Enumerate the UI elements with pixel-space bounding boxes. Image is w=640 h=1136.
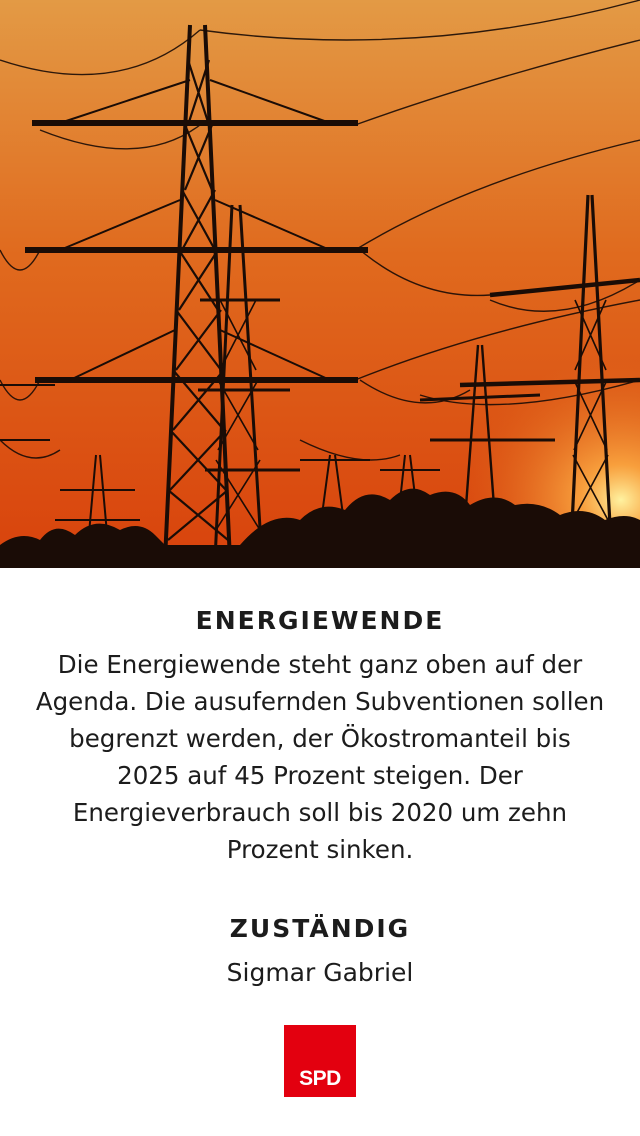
spd-logo-text: SPD: [299, 1067, 341, 1090]
section-title-zustaendig: ZUSTÄNDIG: [229, 914, 411, 943]
section-title-energiewende: ENERGIEWENDE: [195, 606, 445, 635]
section-text-energiewende: Die Energiewende steht ganz oben auf der…: [35, 650, 605, 864]
hero-image: [0, 0, 640, 568]
spd-logo: SPD: [284, 1025, 356, 1097]
responsible-person: Sigmar Gabriel: [226, 958, 414, 987]
info-card: ENERGIEWENDE Die Energiewende steht ganz…: [0, 0, 640, 1136]
content-area: ENERGIEWENDE Die Energiewende steht ganz…: [0, 568, 640, 988]
